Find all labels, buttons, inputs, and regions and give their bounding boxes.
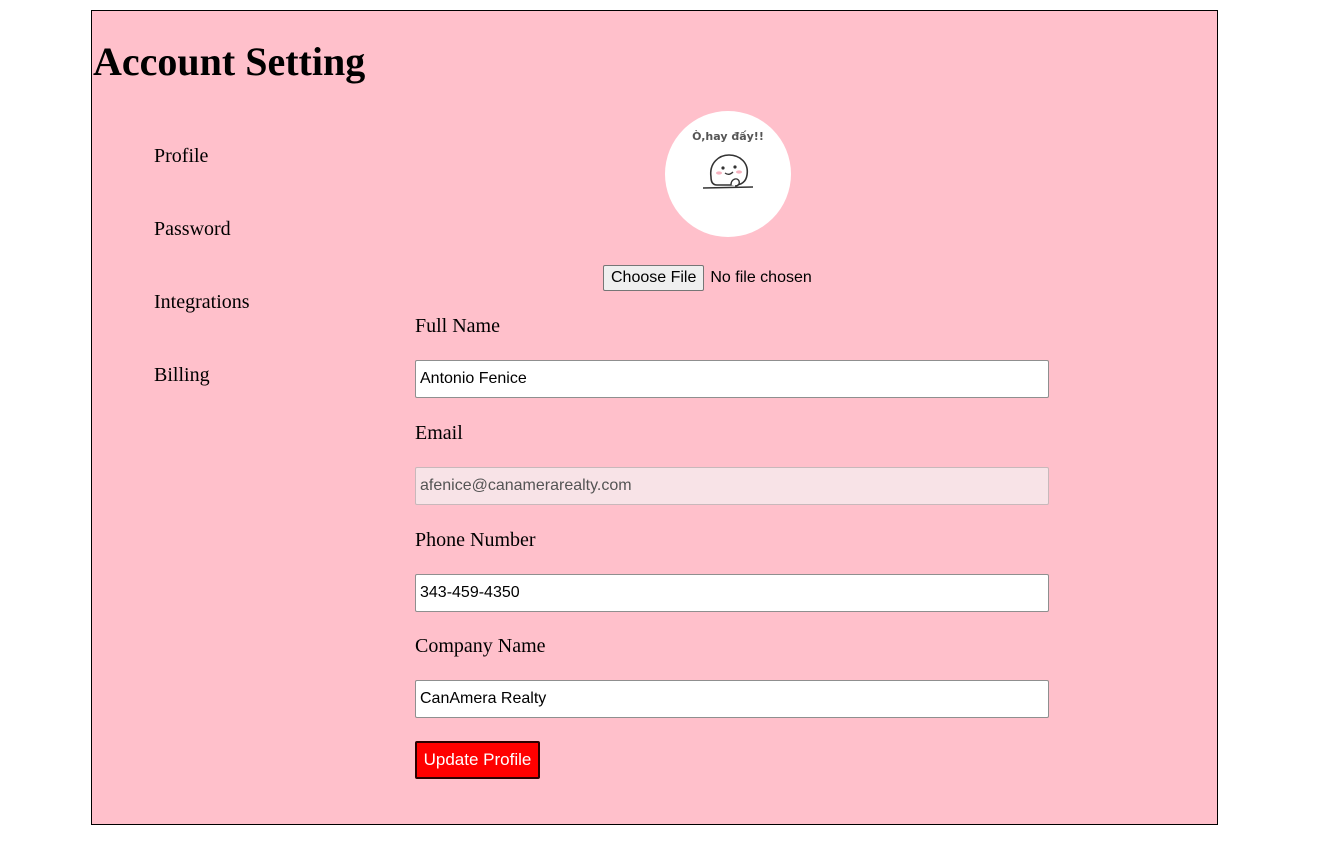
sidebar-item-password[interactable]: Password [154,217,231,241]
smiling-blob-sticker-icon: Ò,hay đấy!! [692,130,764,189]
full-name-label: Full Name [415,315,500,337]
sidebar-item-billing[interactable]: Billing [154,363,210,387]
full-name-input[interactable] [415,360,1049,398]
avatar: Ò,hay đấy!! [665,111,791,237]
email-input [415,467,1049,505]
company-name-label: Company Name [415,635,546,657]
email-label: Email [415,422,463,444]
sidebar-item-profile[interactable]: Profile [154,144,208,168]
sidebar-item-integrations[interactable]: Integrations [154,290,250,314]
update-profile-button[interactable]: Update Profile [415,741,540,779]
file-status-text: No file chosen [710,269,812,286]
avatar-file-picker: Choose File No file chosen [603,265,812,291]
company-name-input[interactable] [415,680,1049,718]
choose-file-button[interactable]: Choose File [603,265,705,291]
avatar-caption: Ò,hay đấy!! [692,130,764,143]
account-settings-panel: Account Setting Profile Password Integra… [91,10,1218,825]
phone-number-input[interactable] [415,574,1049,612]
phone-number-label: Phone Number [415,529,536,551]
page-title: Account Setting [93,39,366,84]
